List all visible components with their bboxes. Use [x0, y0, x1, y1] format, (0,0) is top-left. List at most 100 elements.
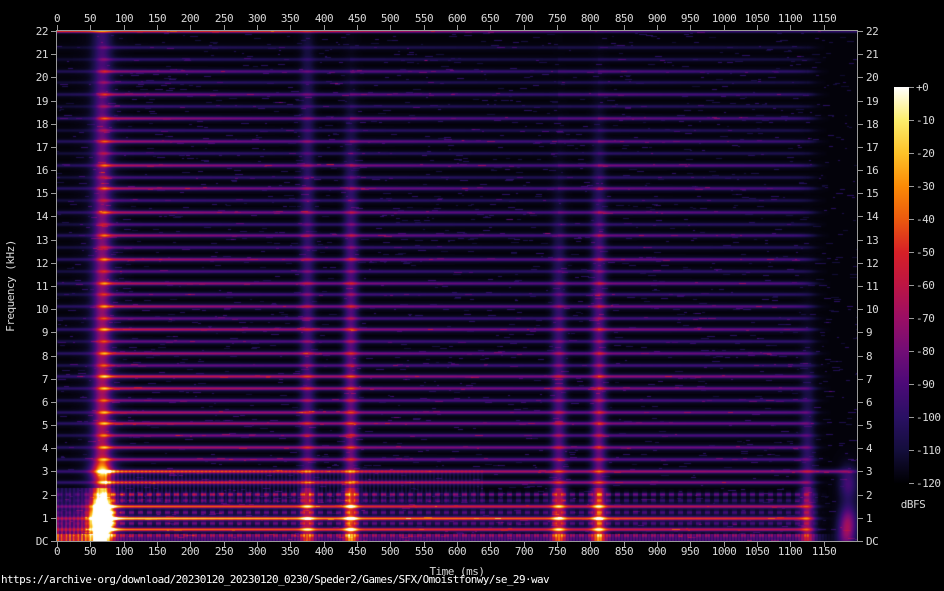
time-tick-top [357, 25, 358, 30]
freq-tick-left [51, 77, 56, 78]
time-tick-top [757, 25, 758, 30]
freq-tick-label-left: DC [20, 536, 48, 547]
freq-tick-left [51, 147, 56, 148]
time-tick-label-bottom: 750 [548, 546, 566, 557]
time-tick-top [624, 25, 625, 30]
freq-tick-label-left: 19 [20, 96, 48, 107]
freq-tick-label-right: 22 [866, 26, 878, 37]
time-tick-label-top: 650 [481, 13, 499, 24]
freq-tick-left [51, 54, 56, 55]
time-tick-label-top: 450 [348, 13, 366, 24]
freq-tick-label-left: 11 [20, 281, 48, 292]
time-tick-label-bottom: 700 [515, 546, 533, 557]
freq-tick-left [51, 101, 56, 102]
colorbar-tick-label: -10 [916, 115, 934, 126]
time-tick-label-top: 150 [148, 13, 166, 24]
time-tick-top [424, 25, 425, 30]
time-tick-label-bottom: 550 [415, 546, 433, 557]
time-tick-label-top: 600 [448, 13, 466, 24]
colorbar-tick-label: -110 [916, 445, 941, 456]
freq-tick-right [858, 425, 863, 426]
colorbar-tick [909, 351, 914, 352]
freq-tick-left [51, 332, 56, 333]
freq-tick-left [51, 495, 56, 496]
colorbar-tick-label: -90 [916, 379, 934, 390]
time-tick-label-bottom: 200 [181, 546, 199, 557]
y-axis-title: Frequency (kHz) [5, 216, 17, 356]
freq-tick-left [51, 541, 56, 542]
freq-tick-left [51, 286, 56, 287]
freq-tick-label-right: 6 [866, 397, 872, 408]
time-tick-top [690, 25, 691, 30]
freq-tick-label-right: 10 [866, 304, 878, 315]
freq-tick-label-left: 4 [20, 443, 48, 454]
time-tick-label-top: 100 [115, 13, 133, 24]
freq-tick-label-left: 13 [20, 235, 48, 246]
colorbar-tick-label: -100 [916, 412, 941, 423]
freq-tick-label-right: 18 [866, 119, 878, 130]
freq-tick-label-right: 5 [866, 420, 872, 431]
time-tick-label-top: 200 [181, 13, 199, 24]
time-tick-label-top: 50 [84, 13, 96, 24]
time-tick-label-top: 400 [315, 13, 333, 24]
time-tick-label-top: 0 [54, 13, 60, 24]
freq-tick-right [858, 193, 863, 194]
freq-tick-label-right: 7 [866, 374, 872, 385]
time-tick-label-bottom: 500 [381, 546, 399, 557]
freq-tick-label-left: 20 [20, 72, 48, 83]
freq-tick-label-left: 7 [20, 374, 48, 385]
freq-tick-left [51, 124, 56, 125]
colorbar-tick-label: -50 [916, 247, 934, 258]
colorbar-tick [909, 219, 914, 220]
plot-border-left [56, 30, 57, 542]
colorbar-tick [909, 120, 914, 121]
colorbar-tick-label: -80 [916, 346, 934, 357]
freq-tick-left [51, 356, 56, 357]
freq-tick-left [51, 425, 56, 426]
time-tick-label-top: 1100 [778, 13, 803, 24]
freq-tick-label-right: 21 [866, 49, 878, 60]
time-tick-label-bottom: 400 [315, 546, 333, 557]
time-tick-label-top: 750 [548, 13, 566, 24]
freq-tick-label-right: 4 [866, 443, 872, 454]
colorbar-tick-label: -20 [916, 148, 934, 159]
freq-tick-right [858, 379, 863, 380]
freq-tick-right [858, 31, 863, 32]
time-tick-label-bottom: 350 [281, 546, 299, 557]
time-tick-label-bottom: 600 [448, 546, 466, 557]
time-tick-label-top: 850 [615, 13, 633, 24]
time-tick-top [324, 25, 325, 30]
freq-tick-label-left: 3 [20, 466, 48, 477]
freq-tick-label-left: 16 [20, 165, 48, 176]
time-tick-label-bottom: 650 [481, 546, 499, 557]
time-tick-label-top: 1050 [745, 13, 770, 24]
time-tick-label-bottom: 1150 [812, 546, 837, 557]
colorbar-gradient [894, 87, 909, 483]
freq-tick-right [858, 471, 863, 472]
freq-tick-label-left: 18 [20, 119, 48, 130]
freq-tick-label-right: 14 [866, 211, 878, 222]
colorbar-tick-label: -30 [916, 181, 934, 192]
spectrogram-viewer: 0050501001001501502002002502503003003503… [0, 0, 944, 591]
freq-tick-right [858, 124, 863, 125]
freq-tick-label-right: 11 [866, 281, 878, 292]
freq-tick-label-left: 17 [20, 142, 48, 153]
freq-tick-label-right: 19 [866, 96, 878, 107]
freq-tick-label-right: 20 [866, 72, 878, 83]
time-tick-label-bottom: 100 [115, 546, 133, 557]
time-tick-label-top: 900 [648, 13, 666, 24]
freq-tick-label-left: 22 [20, 26, 48, 37]
freq-tick-label-left: 9 [20, 327, 48, 338]
time-tick-top [724, 25, 725, 30]
freq-tick-label-right: 12 [866, 258, 878, 269]
time-tick-top [590, 25, 591, 30]
time-tick-label-top: 500 [381, 13, 399, 24]
time-tick-top [557, 25, 558, 30]
time-tick-top [657, 25, 658, 30]
freq-tick-label-left: 1 [20, 513, 48, 524]
colorbar-unit-label: dBFS [892, 499, 934, 510]
time-tick-top [57, 25, 58, 30]
freq-tick-right [858, 541, 863, 542]
time-tick-top [90, 25, 91, 30]
time-tick-top [824, 25, 825, 30]
